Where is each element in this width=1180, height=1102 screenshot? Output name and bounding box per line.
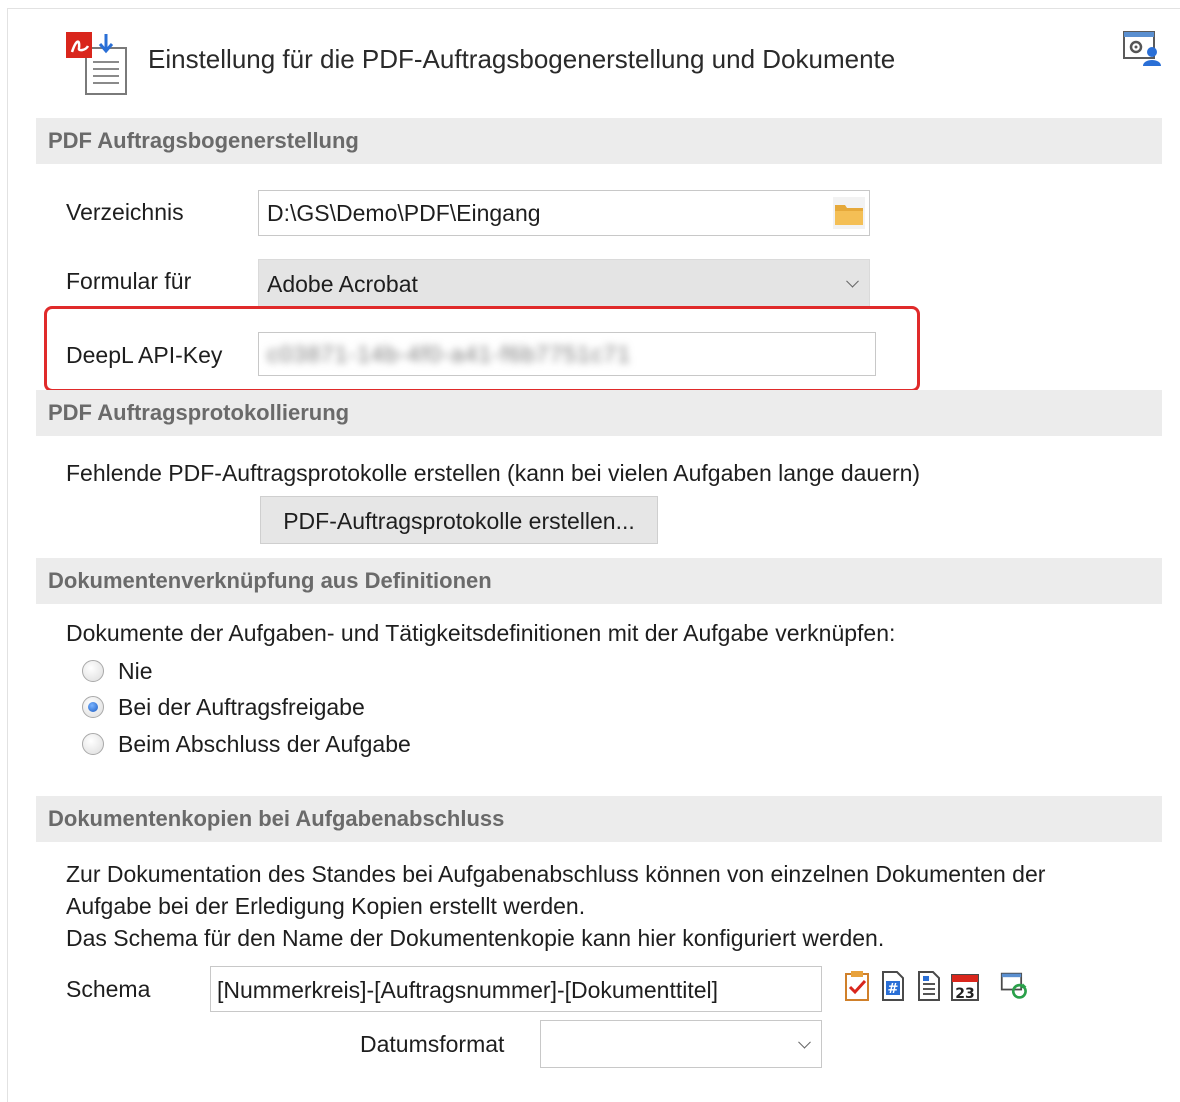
directory-field[interactable]: D:\GS\Demo\PDF\Eingang: [258, 190, 870, 236]
copy-description-line: Das Schema für den Name der Dokumentenko…: [66, 925, 885, 951]
copy-description: Zur Dokumentation des Standes bei Aufgab…: [66, 858, 1045, 954]
radio-option-on-completion[interactable]: Beim Abschluss der Aufgabe: [82, 729, 411, 759]
create-protocols-button[interactable]: PDF-Auftragsprotokolle erstellen...: [260, 496, 658, 544]
radio-label: Beim Abschluss der Aufgabe: [118, 730, 411, 757]
checklist-icon[interactable]: [842, 970, 872, 1002]
svg-text:#: #: [888, 982, 899, 997]
folder-icon[interactable]: [833, 197, 865, 229]
schema-value: [Nummerkreis]-[Auftragsnummer]-[Dokument…: [217, 977, 719, 1003]
deepl-key-label: DeepL API-Key: [66, 342, 223, 368]
directory-label: Verzeichnis: [66, 199, 184, 225]
radio-label: Nie: [118, 657, 153, 684]
section-header-protocol: PDF Auftragsprotokollierung: [36, 390, 1162, 436]
calendar-icon[interactable]: 23: [950, 970, 980, 1002]
form-select-value: Adobe Acrobat: [267, 271, 418, 297]
copy-description-line: Zur Dokumentation des Standes bei Aufgab…: [66, 861, 1046, 887]
section-header-document-link: Dokumentenverknüpfung aus Definitionen: [36, 558, 1162, 604]
section-header-document-copies: Dokumentenkopien bei Aufgabenabschluss: [36, 796, 1162, 842]
schema-input[interactable]: [Nummerkreis]-[Auftragsnummer]-[Dokument…: [210, 966, 822, 1012]
section-header-pdf: PDF Auftragsbogenerstellung: [36, 118, 1162, 164]
page-title: Einstellung für die PDF-Auftragsbogeners…: [148, 44, 896, 74]
number-document-icon[interactable]: #: [878, 970, 908, 1002]
copy-description-line: Aufgabe bei der Erledigung Kopien erstel…: [66, 893, 586, 919]
document-link-description: Dokumente der Aufgaben- und Tätigkeitsde…: [66, 620, 896, 646]
radio-button[interactable]: [82, 733, 104, 755]
pdf-document-icon: [66, 32, 127, 95]
radio-button[interactable]: [82, 660, 104, 682]
schema-label: Schema: [66, 976, 151, 1002]
user-settings-icon[interactable]: [1122, 28, 1162, 68]
refresh-icon[interactable]: [1000, 970, 1030, 1002]
calendar-day: 23: [955, 986, 974, 1002]
text-document-icon[interactable]: [914, 970, 944, 1002]
radio-label: Bei der Auftragsfreigabe: [118, 693, 365, 720]
radio-option-never[interactable]: Nie: [82, 656, 153, 686]
chevron-down-icon: [798, 1035, 811, 1049]
form-select[interactable]: Adobe Acrobat: [258, 259, 870, 307]
deepl-key-input[interactable]: c03871-14b-4f0-a41-f6b7751c71: [258, 332, 876, 376]
form-label: Formular für: [66, 268, 192, 294]
date-format-select[interactable]: [540, 1020, 822, 1068]
protocol-description: Fehlende PDF-Auftragsprotokolle erstelle…: [66, 460, 921, 486]
chevron-down-icon: [846, 274, 859, 288]
date-format-label: Datumsformat: [360, 1031, 505, 1057]
radio-button-selected[interactable]: [82, 696, 104, 718]
radio-option-on-release[interactable]: Bei der Auftragsfreigabe: [82, 692, 365, 722]
deepl-key-value: c03871-14b-4f0-a41-f6b7751c71: [267, 341, 632, 367]
directory-value: D:\GS\Demo\PDF\Eingang: [267, 200, 541, 226]
